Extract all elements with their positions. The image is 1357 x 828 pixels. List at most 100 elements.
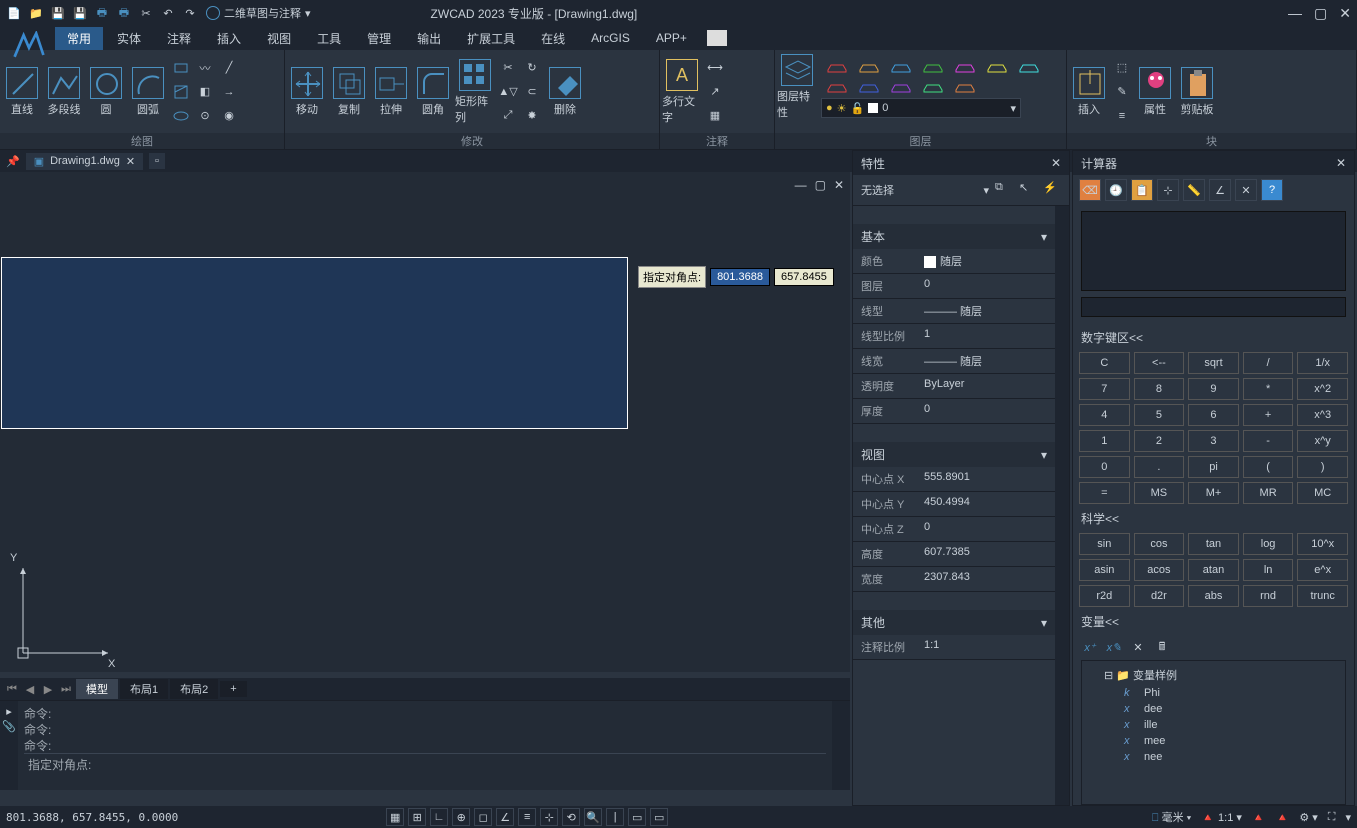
- minimize-button[interactable]: —: [1288, 5, 1302, 22]
- workspace-switcher[interactable]: 二维草图与注释 ▾: [206, 5, 311, 21]
- trim-icon[interactable]: ✂: [497, 57, 519, 79]
- coordinates[interactable]: 801.3688, 657.8455, 0.0000: [6, 811, 178, 824]
- calc-key[interactable]: d2r: [1134, 585, 1185, 607]
- customize-icon[interactable]: ▾: [1345, 811, 1351, 824]
- open-icon[interactable]: 📁: [28, 5, 44, 21]
- variable-item[interactable]: xille: [1086, 717, 1341, 733]
- calc-key[interactable]: x^3: [1297, 404, 1348, 426]
- tab-manage[interactable]: 管理: [355, 27, 403, 50]
- rotate-icon[interactable]: ↻: [521, 57, 543, 79]
- close-button[interactable]: ✕: [1339, 5, 1351, 22]
- clear-icon[interactable]: ⌫: [1079, 179, 1101, 201]
- polyline-button[interactable]: 多段线: [44, 67, 84, 117]
- circle-button[interactable]: 圆: [86, 67, 126, 117]
- tab-output[interactable]: 输出: [405, 27, 453, 50]
- select-objects-icon[interactable]: ↖: [1019, 181, 1037, 199]
- property-row[interactable]: 中心点 Y450.4994: [853, 492, 1055, 517]
- var-new-icon[interactable]: x⁺: [1081, 638, 1099, 656]
- dim-linear-icon[interactable]: ⟷: [704, 57, 726, 79]
- calc-key[interactable]: 5: [1134, 404, 1185, 426]
- calc-key[interactable]: 1/x: [1297, 352, 1348, 374]
- model-toggle[interactable]: ▭: [628, 808, 646, 826]
- save-icon[interactable]: 💾: [50, 5, 66, 21]
- property-row[interactable]: 图层0: [853, 274, 1055, 299]
- scale-icon[interactable]: ⤢: [497, 105, 519, 127]
- calc-key[interactable]: rnd: [1243, 585, 1294, 607]
- layout-tab-model[interactable]: 模型: [76, 679, 118, 699]
- property-row[interactable]: 注释比例1:1: [853, 635, 1055, 660]
- cmd-arrow-icon[interactable]: ▸: [6, 705, 12, 718]
- calc-key[interactable]: 2: [1134, 430, 1185, 452]
- section-variables[interactable]: 变量<<: [1073, 609, 1354, 634]
- mtext-button[interactable]: A多行文字: [662, 59, 702, 125]
- dyn-toggle[interactable]: ⊹: [540, 808, 558, 826]
- property-row[interactable]: 线型比例1: [853, 324, 1055, 349]
- layer-icon[interactable]: [887, 78, 915, 96]
- calc-key[interactable]: 10^x: [1297, 533, 1348, 555]
- get-dist-icon[interactable]: 📏: [1183, 179, 1205, 201]
- snap-toggle[interactable]: ⊞: [408, 808, 426, 826]
- preview-icon[interactable]: 🖶: [116, 5, 132, 21]
- grid-toggle[interactable]: ▦: [386, 808, 404, 826]
- property-row[interactable]: 透明度ByLayer: [853, 374, 1055, 399]
- donut-icon[interactable]: ◉: [218, 105, 240, 127]
- calc-key[interactable]: log: [1243, 533, 1294, 555]
- paste-icon[interactable]: 📋: [1131, 179, 1153, 201]
- explode-icon[interactable]: ✸: [521, 105, 543, 127]
- layout-tab-2[interactable]: 布局2: [170, 679, 218, 699]
- calc-key[interactable]: 7: [1079, 378, 1130, 400]
- saveas-icon[interactable]: 💾: [72, 5, 88, 21]
- layer-icon[interactable]: [951, 78, 979, 96]
- calc-key[interactable]: 1: [1079, 430, 1130, 452]
- close-panel-icon[interactable]: ✕: [1336, 156, 1346, 170]
- tab-app[interactable]: APP+: [644, 28, 699, 48]
- block-edit-icon[interactable]: ✎: [1111, 81, 1133, 103]
- ray-icon[interactable]: →: [218, 81, 240, 103]
- plot-icon[interactable]: 🖶: [94, 5, 110, 21]
- calc-key[interactable]: *: [1243, 378, 1294, 400]
- osnap-toggle[interactable]: ◻: [474, 808, 492, 826]
- calc-key[interactable]: cos: [1134, 533, 1185, 555]
- layer-icon[interactable]: [1015, 58, 1043, 76]
- tab-tools[interactable]: 工具: [305, 27, 353, 50]
- calc-key[interactable]: pi: [1188, 456, 1239, 478]
- calc-key[interactable]: r2d: [1079, 585, 1130, 607]
- calc-key[interactable]: sqrt: [1188, 352, 1239, 374]
- ws-switch-icon[interactable]: ⚙ ▾: [1299, 811, 1317, 824]
- property-row[interactable]: 中心点 Z0: [853, 517, 1055, 542]
- calc-key[interactable]: .: [1134, 456, 1185, 478]
- nav-next-icon[interactable]: ▶: [40, 683, 56, 696]
- ortho-toggle[interactable]: ∟: [430, 808, 448, 826]
- calc-key[interactable]: ln: [1243, 559, 1294, 581]
- mirror-icon[interactable]: ▲▽: [497, 81, 519, 103]
- calc-key[interactable]: MS: [1134, 482, 1185, 504]
- var-delete-icon[interactable]: ✕: [1129, 638, 1147, 656]
- xline-icon[interactable]: ╱: [218, 57, 240, 79]
- doc-pin-icon[interactable]: 📌: [6, 155, 20, 168]
- tab-express[interactable]: 扩展工具: [455, 27, 527, 50]
- quick-select-icon[interactable]: ⧉: [995, 181, 1013, 199]
- nav-prev-icon[interactable]: ◀: [22, 683, 38, 696]
- layout-tab-add[interactable]: +: [220, 681, 246, 697]
- tooltip-y-input[interactable]: 657.8455: [774, 268, 834, 286]
- property-row[interactable]: 中心点 X555.8901: [853, 467, 1055, 492]
- scale-display[interactable]: 🔺 1:1 ▾: [1201, 811, 1242, 824]
- variable-item[interactable]: kPhi: [1086, 685, 1341, 701]
- array-button[interactable]: 矩形阵列: [455, 59, 495, 125]
- calc-key[interactable]: (: [1243, 456, 1294, 478]
- variable-item[interactable]: xmee: [1086, 733, 1341, 749]
- annot-scale-icon[interactable]: 🔺: [1276, 811, 1290, 824]
- calc-key[interactable]: x^y: [1297, 430, 1348, 452]
- point-icon[interactable]: ⊙: [194, 105, 216, 127]
- cycle-toggle[interactable]: ⟲: [562, 808, 580, 826]
- table-icon[interactable]: ▦: [704, 105, 726, 127]
- cmd-scrollbar[interactable]: [832, 701, 850, 790]
- tab-solid[interactable]: 实体: [105, 27, 153, 50]
- calc-key[interactable]: atan: [1188, 559, 1239, 581]
- tab-arcgis[interactable]: ArcGIS: [579, 28, 642, 48]
- tree-root[interactable]: ⊟ 📁 变量样例: [1086, 665, 1341, 685]
- nav-first-icon[interactable]: ⏮: [4, 683, 20, 696]
- selection-dropdown[interactable]: 无选择: [861, 182, 977, 198]
- property-row[interactable]: 线宽——— 随层: [853, 349, 1055, 374]
- property-row[interactable]: 宽度2307.843: [853, 567, 1055, 592]
